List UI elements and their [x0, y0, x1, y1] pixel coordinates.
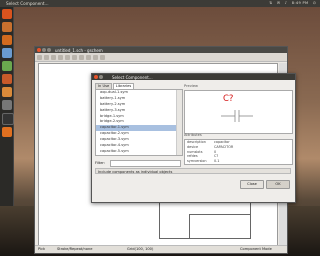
- preview-label: Preview: [184, 84, 198, 88]
- status-grid: Grid(100, 100): [127, 247, 154, 252]
- maximize-icon[interactable]: [47, 48, 51, 52]
- capacitor-symbol-icon: [221, 110, 253, 122]
- close-icon[interactable]: [37, 48, 41, 52]
- minimize-icon[interactable]: [99, 75, 103, 79]
- status-bar: Pick Stroke/Repeat/none Grid(100, 100) C…: [35, 245, 287, 253]
- gschem-icon[interactable]: [1, 127, 12, 137]
- software-center-icon[interactable]: [1, 87, 12, 97]
- ubuntu-logo-icon[interactable]: [1, 9, 12, 19]
- close-button[interactable]: Close: [240, 180, 264, 189]
- open-icon[interactable]: [44, 54, 49, 60]
- list-item[interactable]: capacitor-5.sym: [96, 149, 182, 155]
- impress-icon[interactable]: [1, 74, 12, 84]
- net-icon[interactable]: [86, 54, 91, 60]
- mail-icon[interactable]: ✉: [277, 1, 280, 5]
- system-tray[interactable]: ⇅ ✉ ♪ 8:49 PM ⏻: [266, 1, 316, 5]
- files-icon[interactable]: [1, 22, 12, 32]
- symbol-preview: C?: [184, 90, 293, 134]
- attr-value: capacitor: [214, 140, 230, 144]
- minimize-icon[interactable]: [42, 48, 46, 52]
- dialog-titlebar[interactable]: Select Component...: [92, 74, 295, 80]
- writer-icon[interactable]: [1, 48, 12, 58]
- status-stroke: Stroke/Repeat/none: [57, 247, 93, 252]
- include-individual-objects-expander[interactable]: Include components as individual objects: [95, 168, 291, 174]
- print-icon[interactable]: [58, 54, 63, 60]
- attr-value: C?: [214, 154, 219, 159]
- title-block-inner: [189, 214, 250, 238]
- panel-window-title: Select Component...: [6, 1, 49, 6]
- filter-label: Filter:: [95, 161, 106, 165]
- ok-button[interactable]: OK: [266, 180, 290, 189]
- bus-icon[interactable]: [93, 54, 98, 60]
- window-title: untitled_1.sch - gschem: [55, 47, 103, 53]
- list-scrollbar[interactable]: [176, 90, 182, 155]
- status-pick: Pick: [38, 247, 46, 252]
- power-icon[interactable]: ⏻: [313, 1, 316, 5]
- redo-icon[interactable]: [72, 54, 77, 60]
- filter-input[interactable]: [110, 160, 181, 167]
- attr-value: 0.1: [214, 159, 220, 164]
- table-row: symversion 0.1: [185, 159, 292, 164]
- clock[interactable]: 8:49 PM: [292, 1, 309, 5]
- attr-value: 0: [214, 149, 217, 154]
- new-icon[interactable]: [37, 54, 42, 60]
- dialog-title: Select Component...: [112, 74, 153, 80]
- status-mode: Component Mode: [240, 247, 272, 252]
- component-list[interactable]: aop-dual-1.sym battery-1.sym battery-2.s…: [95, 89, 183, 156]
- attr-value: CAPACITOR: [214, 144, 234, 149]
- component-icon[interactable]: [79, 54, 84, 60]
- settings-icon[interactable]: [1, 100, 12, 110]
- close-icon[interactable]: [94, 75, 98, 79]
- toolbar: [35, 53, 287, 62]
- terminal-icon[interactable]: [1, 113, 14, 125]
- undo-icon[interactable]: [65, 54, 70, 60]
- save-icon[interactable]: [51, 54, 56, 60]
- top-panel: Select Component... ⇅ ✉ ♪ 8:49 PM ⏻: [0, 0, 320, 7]
- firefox-icon[interactable]: [1, 35, 12, 45]
- attributes-label: Attributes: [184, 133, 202, 137]
- text-icon[interactable]: [100, 54, 105, 60]
- volume-icon[interactable]: ♪: [285, 1, 288, 5]
- calc-icon[interactable]: [1, 61, 12, 71]
- attributes-table: description capacitor device CAPACITOR num…: [184, 139, 293, 165]
- attr-name: symversion: [187, 159, 207, 164]
- network-icon[interactable]: ⇅: [269, 1, 272, 5]
- select-component-dialog: Select Component... In Use Libraries aop-…: [91, 73, 296, 203]
